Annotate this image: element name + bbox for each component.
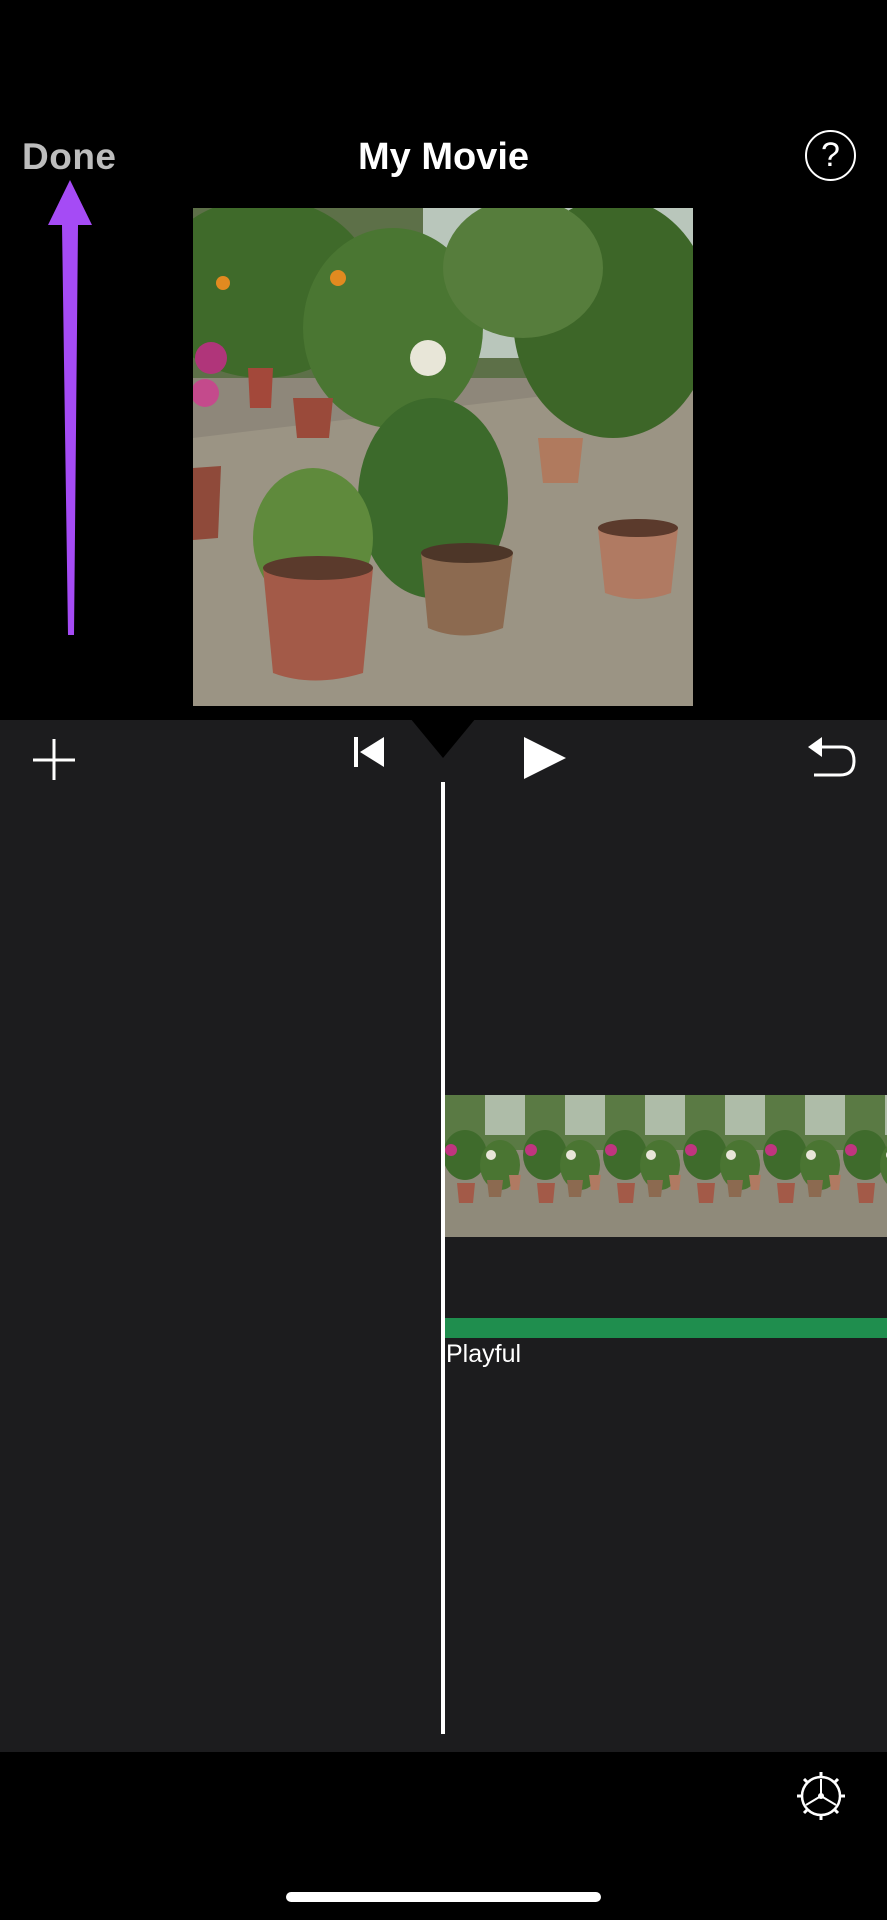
playhead bbox=[441, 782, 445, 1734]
preview-frame bbox=[193, 208, 693, 706]
music-track[interactable] bbox=[445, 1318, 887, 1338]
skip-to-start-icon[interactable] bbox=[352, 735, 386, 769]
annotation-arrow bbox=[48, 180, 92, 635]
project-title: My Movie bbox=[357, 136, 530, 178]
plus-icon[interactable] bbox=[31, 737, 77, 783]
clip-thumbnails bbox=[445, 1095, 887, 1237]
playhead-marker bbox=[410, 718, 476, 758]
video-preview[interactable] bbox=[193, 208, 693, 706]
music-track-label: Playful bbox=[446, 1340, 522, 1368]
undo-icon[interactable] bbox=[806, 733, 858, 781]
gear-icon[interactable] bbox=[795, 1770, 847, 1822]
play-icon[interactable] bbox=[522, 735, 568, 781]
home-indicator[interactable] bbox=[286, 1892, 601, 1902]
help-icon: ? bbox=[821, 136, 840, 174]
video-clip[interactable] bbox=[445, 1095, 887, 1237]
help-button[interactable]: ? bbox=[805, 130, 856, 181]
